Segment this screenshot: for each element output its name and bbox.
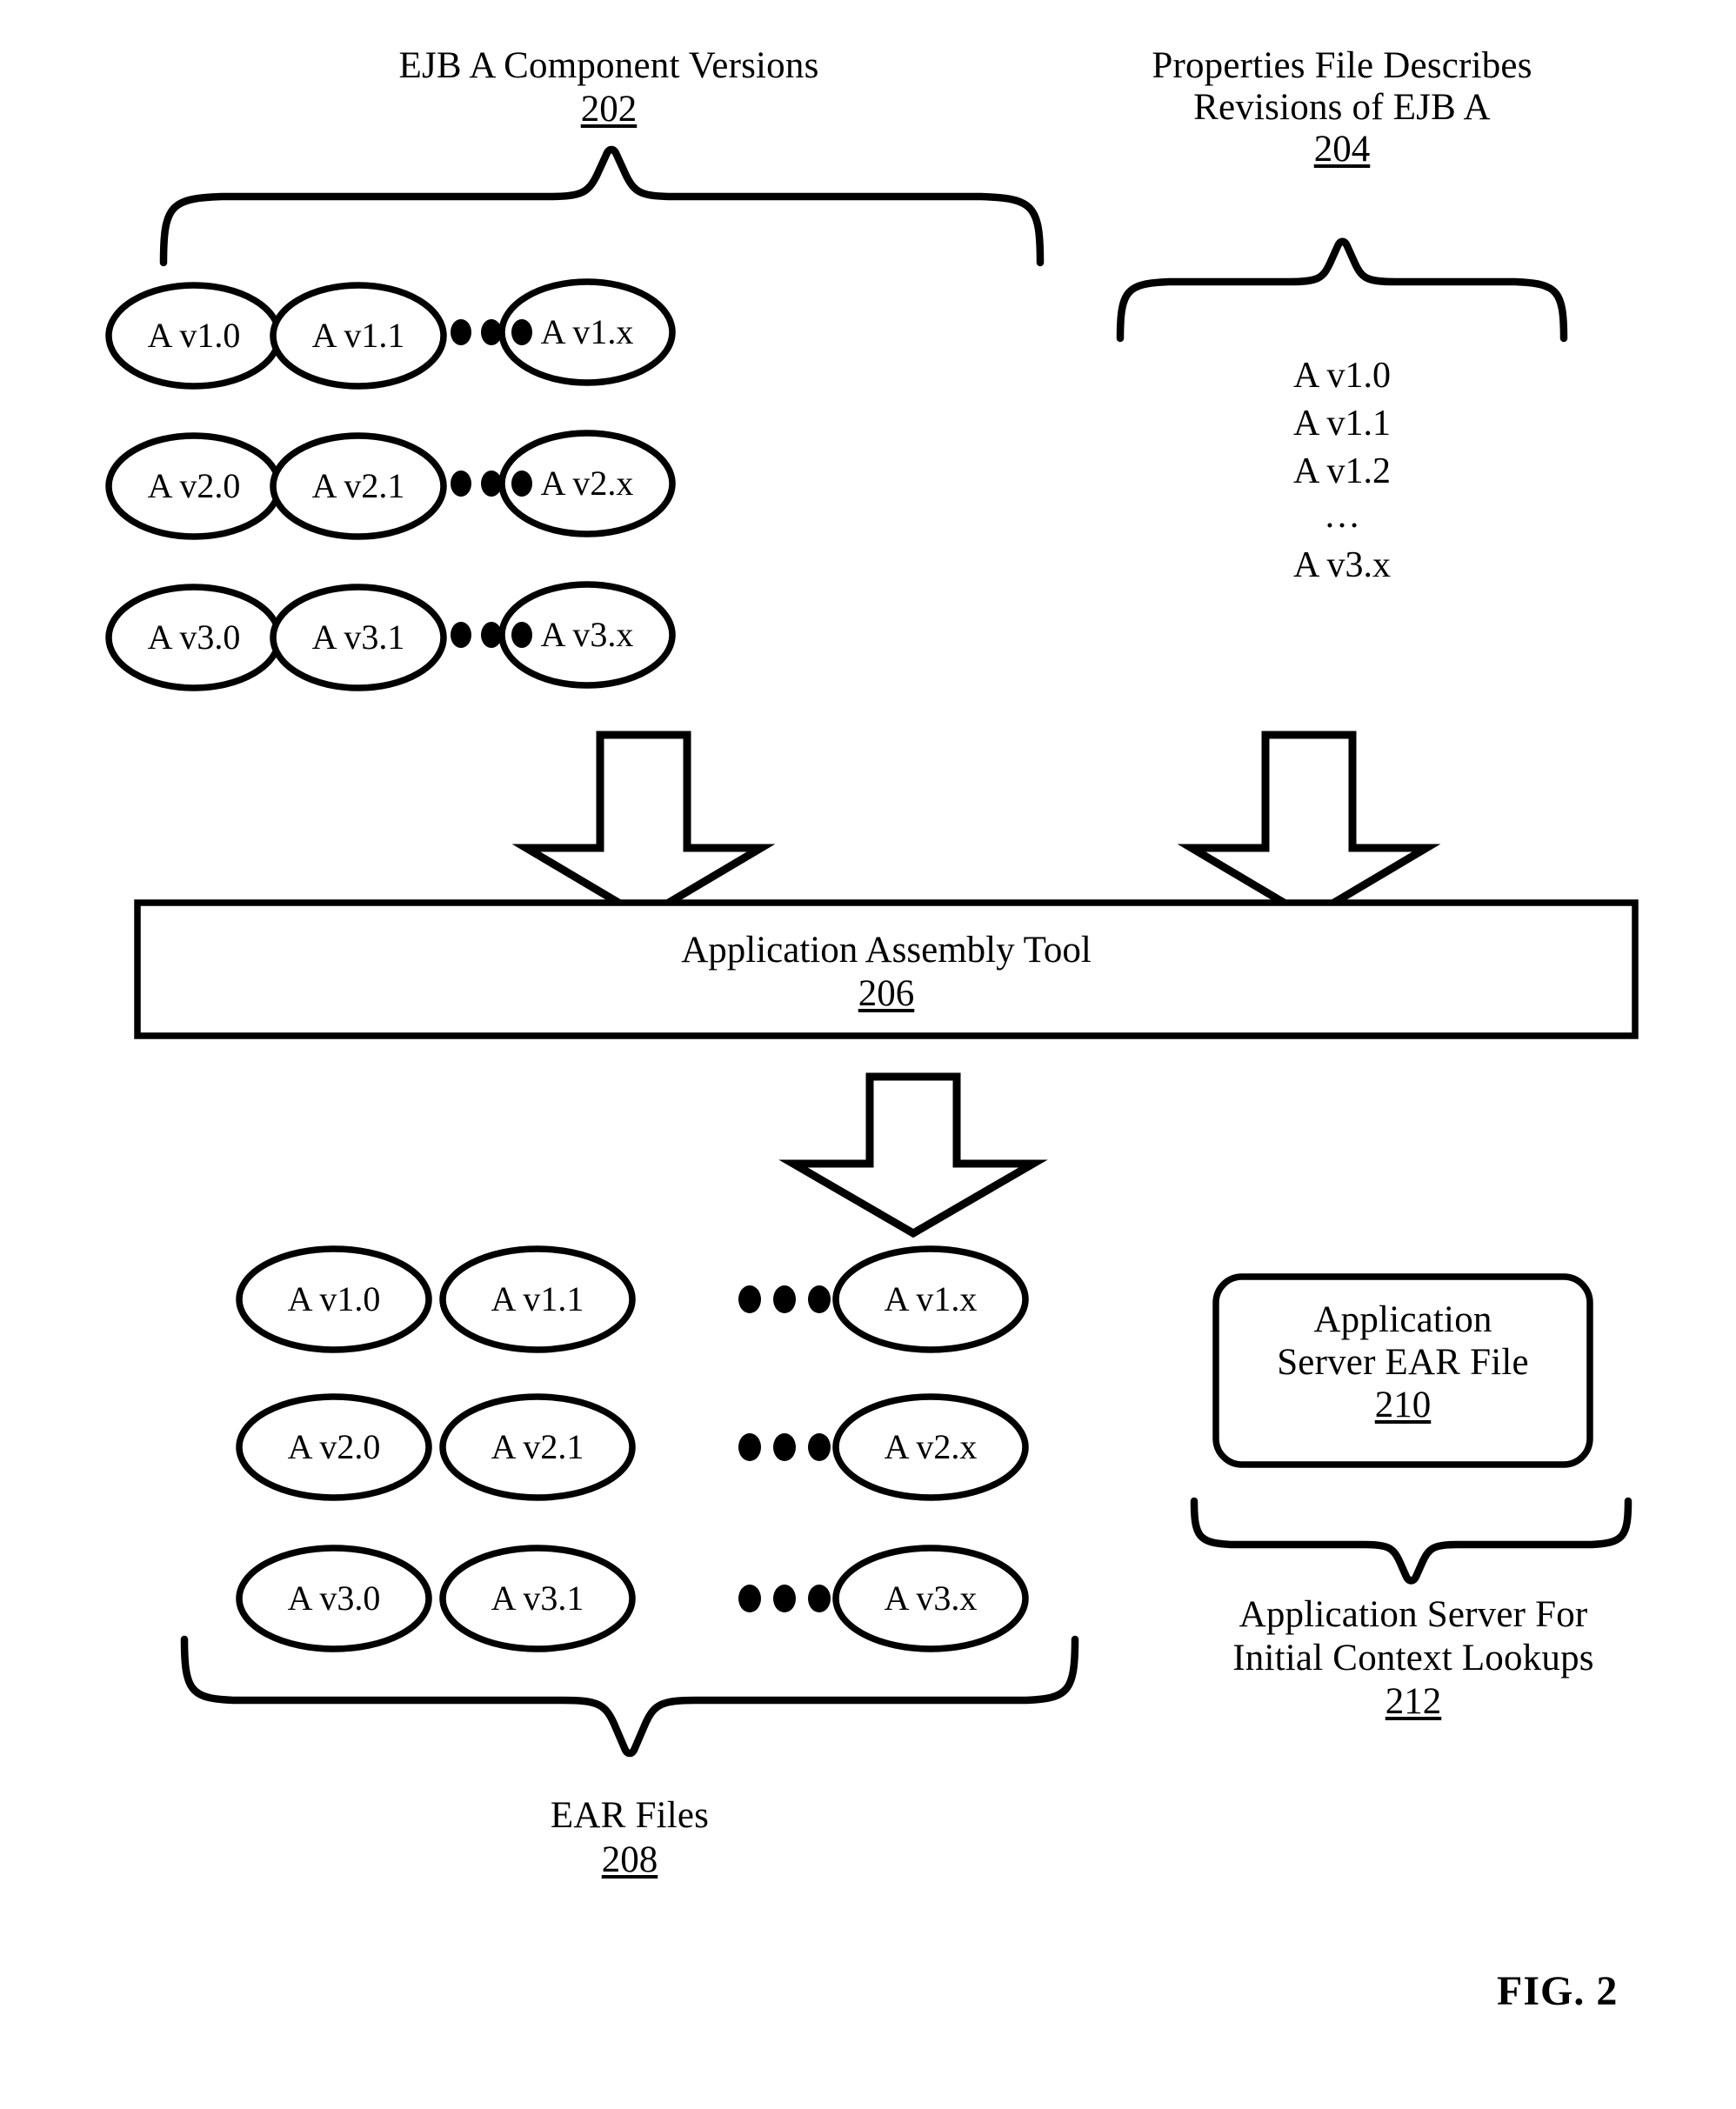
component-label-a-v1-1: A v1.1 xyxy=(311,316,405,355)
ellipsis-dot xyxy=(773,1285,796,1313)
app-server-caption-ref: 212 xyxy=(1385,1681,1442,1722)
ear-file-box-ref: 210 xyxy=(1374,1385,1432,1425)
brace-app-server xyxy=(1190,1497,1633,1585)
arrow-tool-to-ear-files xyxy=(778,1072,1048,1238)
ellipsis-dot xyxy=(738,1433,761,1461)
ear-files-caption: EAR Files xyxy=(550,1795,710,1836)
ellipsis-dot xyxy=(481,319,502,345)
component-label-a-v3-x: A v3.x xyxy=(540,615,634,654)
figure-label: FIG. 2 xyxy=(1497,1968,1619,2014)
component-label-a-v2-0: A v2.0 xyxy=(147,466,241,505)
ear-label-a-v3-1: A v3.1 xyxy=(491,1578,584,1618)
ear-label-a-v2-0: A v2.0 xyxy=(287,1427,381,1466)
ellipsis-dot xyxy=(451,622,471,648)
diagram-graphics xyxy=(105,145,1639,1758)
ellipsis-dot xyxy=(451,319,471,345)
component-label-a-v2-x: A v2.x xyxy=(540,464,634,503)
assembly-tool-title: Application Assembly Tool xyxy=(681,930,1092,971)
ear-label-a-v1-x: A v1.x xyxy=(884,1279,978,1318)
properties-file-ref: 204 xyxy=(1313,129,1371,170)
arrow-components-to-tool xyxy=(511,731,776,923)
app-server-caption-line1: Application Server For xyxy=(1239,1594,1588,1635)
ellipsis-dot xyxy=(481,471,502,497)
ear-label-a-v2-1: A v2.1 xyxy=(491,1427,584,1466)
ellipsis-dot xyxy=(451,471,471,497)
ellipsis-dot xyxy=(481,622,502,648)
ellipsis-dot xyxy=(808,1285,831,1313)
component-label-a-v1-x: A v1.x xyxy=(540,312,634,351)
ear-label-a-v3-x: A v3.x xyxy=(884,1578,978,1618)
ellipsis-dot xyxy=(808,1433,831,1461)
ear-label-a-v1-0: A v1.0 xyxy=(287,1279,381,1318)
assembly-tool-ref: 206 xyxy=(858,973,915,1014)
ellipsis-dot xyxy=(773,1433,796,1461)
ellipsis-dot xyxy=(808,1585,831,1612)
properties-line-5: A v3.x xyxy=(1292,545,1391,585)
brace-component-versions xyxy=(159,145,1045,267)
ear-file-box-line1: Application xyxy=(1313,1299,1492,1340)
component-label-a-v3-0: A v3.0 xyxy=(147,617,241,657)
component-label-a-v1-0: A v1.0 xyxy=(147,316,241,355)
ellipsis-dot xyxy=(773,1585,796,1612)
figure-page: EJB A Component Versions 202 Properties … xyxy=(0,0,1736,2109)
properties-file-title-line2: Revisions of EJB A xyxy=(1193,87,1491,128)
ear-label-a-v1-1: A v1.1 xyxy=(491,1279,584,1318)
ear-file-box-line2: Server EAR File xyxy=(1277,1342,1529,1383)
brace-ear-files xyxy=(180,1635,1079,1758)
brace-properties-file xyxy=(1116,237,1568,343)
ellipsis-dot xyxy=(738,1585,761,1612)
component-versions-ref: 202 xyxy=(580,89,638,130)
properties-line-2: A v1.1 xyxy=(1292,404,1391,444)
app-server-caption-line2: Initial Context Lookups xyxy=(1232,1638,1594,1679)
component-versions-title: EJB A Component Versions xyxy=(398,45,819,86)
arrow-properties-to-tool xyxy=(1177,731,1441,923)
properties-file-title-line1: Properties File Describes xyxy=(1152,45,1532,86)
properties-line-1: A v1.0 xyxy=(1292,356,1391,396)
properties-line-3: A v1.2 xyxy=(1292,451,1391,491)
ellipsis-dot xyxy=(738,1285,761,1313)
ear-label-a-v3-0: A v3.0 xyxy=(287,1578,381,1618)
ear-files-ref: 208 xyxy=(601,1839,658,1880)
component-label-a-v3-1: A v3.1 xyxy=(311,617,405,657)
component-label-a-v2-1: A v2.1 xyxy=(311,466,405,505)
properties-line-ellipsis: … xyxy=(1324,496,1360,536)
ear-label-a-v2-x: A v2.x xyxy=(884,1427,978,1466)
